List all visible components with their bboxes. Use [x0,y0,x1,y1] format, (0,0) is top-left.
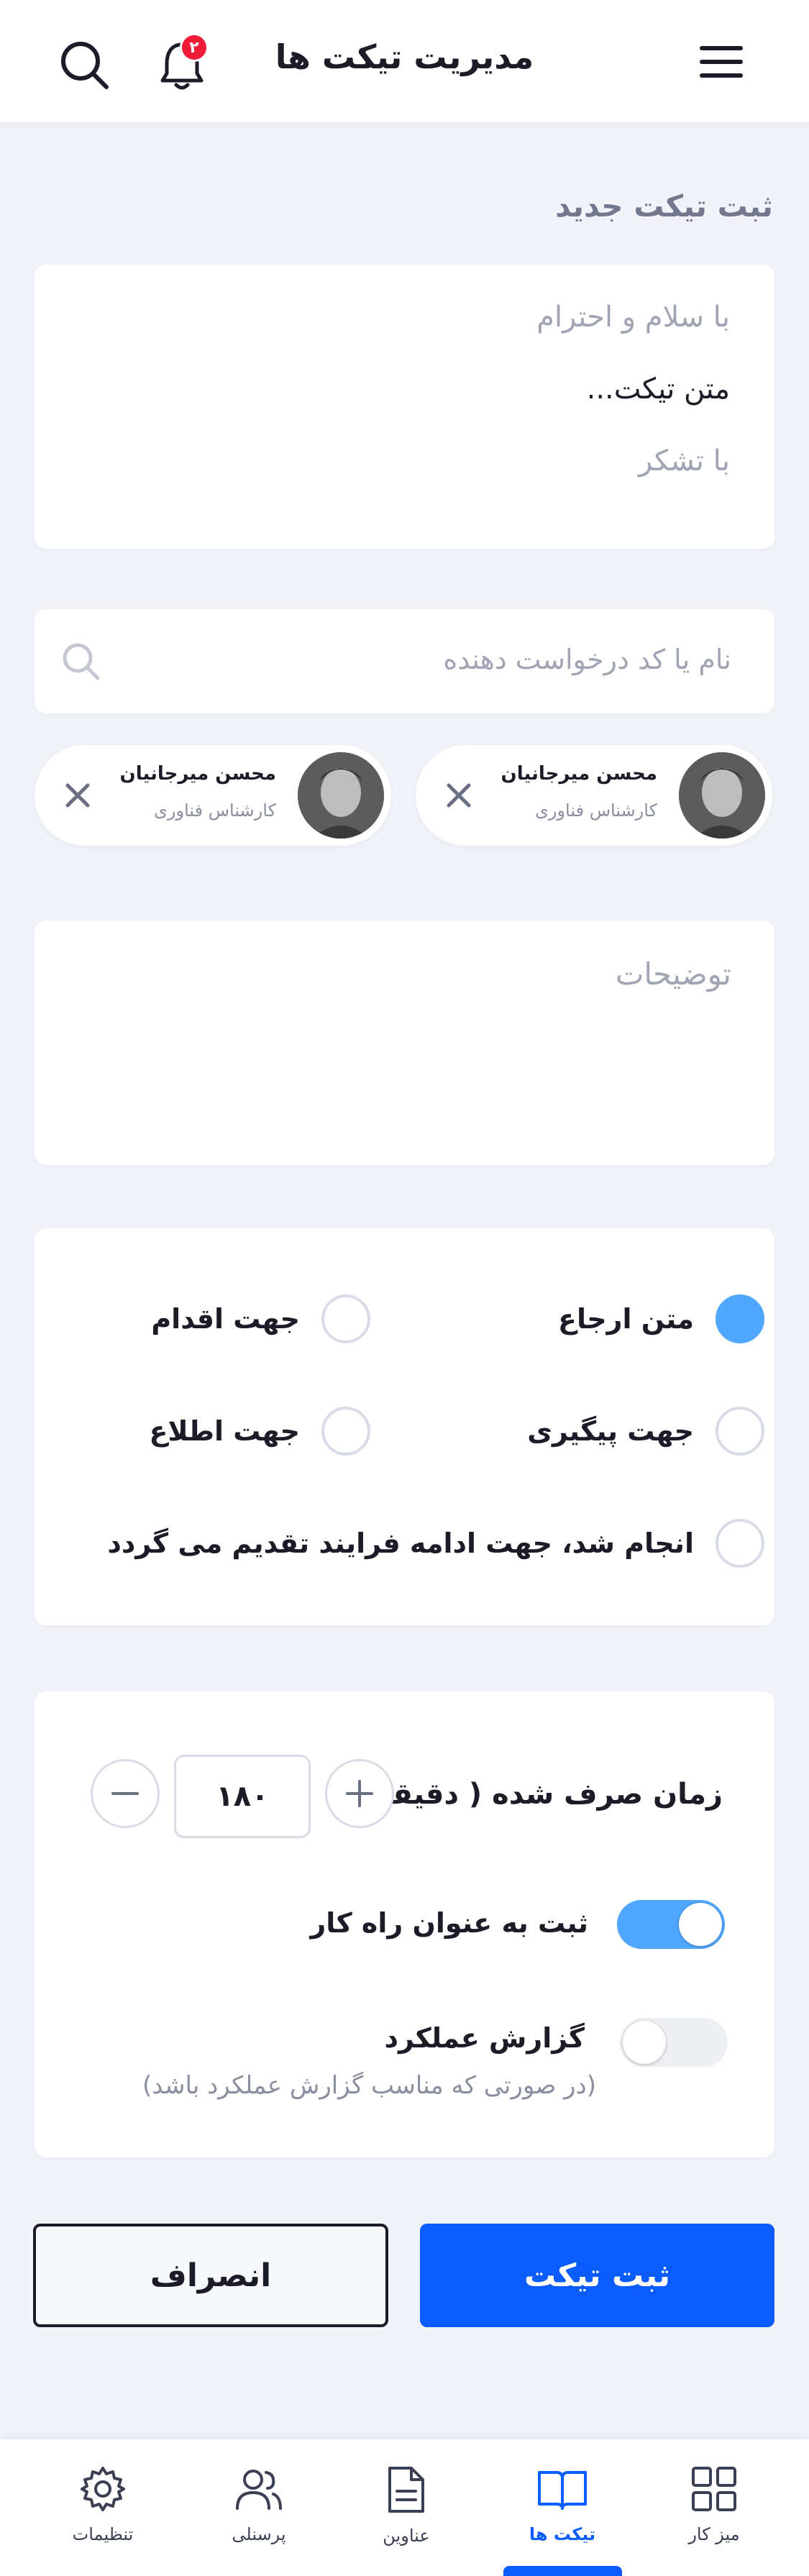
bottom-navigation: میز کار تیکت ها عناوین پرسنلی تنظیمات [0,2439,809,2576]
toggle-knob [679,1903,722,1946]
performance-report-toggle[interactable] [620,2018,728,2067]
ticket-text-area[interactable]: با سلام و احترام متن تیکت... با تشکر [35,265,774,549]
nav-item-personnel[interactable]: پرسنلی [212,2464,306,2564]
radio-option-done[interactable]: انجام شد، جهت ادامه فرایند تقدیم می گردد [107,1517,764,1569]
radio-option-for-follow-up[interactable]: جهت پیگیری [527,1405,764,1457]
recipient-role: کارشناس فناوری [154,800,276,821]
minus-icon [111,1792,139,1795]
nav-label: عناوین [383,2526,430,2546]
app-header: مدیریت تیکت ها ۲ [0,0,809,122]
increment-button[interactable] [325,1759,394,1828]
radio-option-referral-text[interactable]: متن ارجاع [558,1293,764,1345]
recipient-chip: محسن میرجانیان کارشناس فناوری [35,745,391,846]
radio-option-for-information[interactable]: جهت اطلاع [149,1405,370,1457]
radio-button[interactable] [716,1294,764,1343]
nav-label: تنظیمات [72,2524,134,2544]
submit-ticket-button[interactable]: ثبت تیکت [420,2224,774,2327]
recipient-role: کارشناس فناوری [535,800,657,821]
nav-item-tickets[interactable]: تیکت ها [516,2464,609,2564]
decrement-button[interactable] [91,1759,160,1828]
ticket-closing: با تشکر [638,444,730,478]
search-icon [58,638,105,685]
radio-button[interactable] [321,1407,370,1456]
grid-icon [692,2467,736,2511]
gear-icon [81,2467,125,2511]
requester-search-placeholder: نام یا کد درخواست دهنده [443,644,731,675]
radio-label: جهت پیگیری [527,1415,694,1447]
radio-label: جهت اطلاع [149,1415,300,1447]
nav-item-settings[interactable]: تنظیمات [56,2464,150,2564]
recipient-name: محسن میرجانیان [501,763,657,785]
time-spent-input[interactable]: ۱۸۰ [174,1755,311,1838]
solution-toggle[interactable] [617,1900,725,1949]
active-tab-indicator [503,2566,622,2576]
nav-label: پرسنلی [232,2524,286,2544]
nav-item-titles[interactable]: عناوین [360,2464,453,2564]
notification-button[interactable]: ۲ [157,33,209,93]
remove-recipient-button[interactable] [56,774,99,817]
radio-label: انجام شد، جهت ادامه فرایند تقدیم می گردد [107,1527,694,1559]
nav-label: میز کار [688,2524,740,2544]
book-icon [538,2471,587,2510]
radio-label: جهت اقدام [151,1303,300,1335]
avatar [679,752,765,839]
recipient-chip: محسن میرجانیان کارشناس فناوری [416,745,772,846]
radio-button[interactable] [716,1407,764,1456]
description-textarea[interactable]: توضیحات [35,921,774,1165]
requester-search-input[interactable]: نام یا کد درخواست دهنده [35,609,774,713]
remove-recipient-button[interactable] [437,774,480,817]
nav-label: تیکت ها [529,2524,596,2544]
radio-button[interactable] [716,1519,764,1568]
ticket-greeting: با سلام و احترام [536,301,730,334]
radio-label: متن ارجاع [558,1303,694,1335]
plus-icon [346,1780,373,1807]
section-title: ثبت تیکت جدید [555,188,773,224]
nav-item-dashboard[interactable]: میز کار [667,2464,761,2564]
ticket-body: متن تیکت... [586,373,730,406]
close-icon [447,783,471,808]
close-icon [65,783,90,808]
users-icon [236,2470,282,2510]
toggle-knob [623,2021,666,2064]
radio-button[interactable] [321,1294,370,1343]
document-icon [388,2467,424,2513]
avatar [298,752,384,839]
page-title: مدیریت تیکت ها [275,37,534,76]
solution-toggle-label: ثبت به عنوان راه کار [310,1907,588,1939]
performance-report-label: گزارش عملکرد [384,2022,585,2054]
time-spent-label: زمان صرف شده ( دقیقه) [362,1778,723,1811]
recipient-name: محسن میرجانیان [119,763,276,785]
cancel-button[interactable]: انصراف [33,2224,388,2327]
menu-icon[interactable] [697,42,746,82]
radio-option-for-action[interactable]: جهت اقدام [151,1293,370,1345]
search-icon[interactable] [59,40,109,90]
notification-badge: ۲ [180,33,209,62]
description-placeholder: توضیحات [615,956,731,992]
performance-report-hint: (در صورتی که مناسب گزارش عملکرد باشد) [142,2071,596,2100]
